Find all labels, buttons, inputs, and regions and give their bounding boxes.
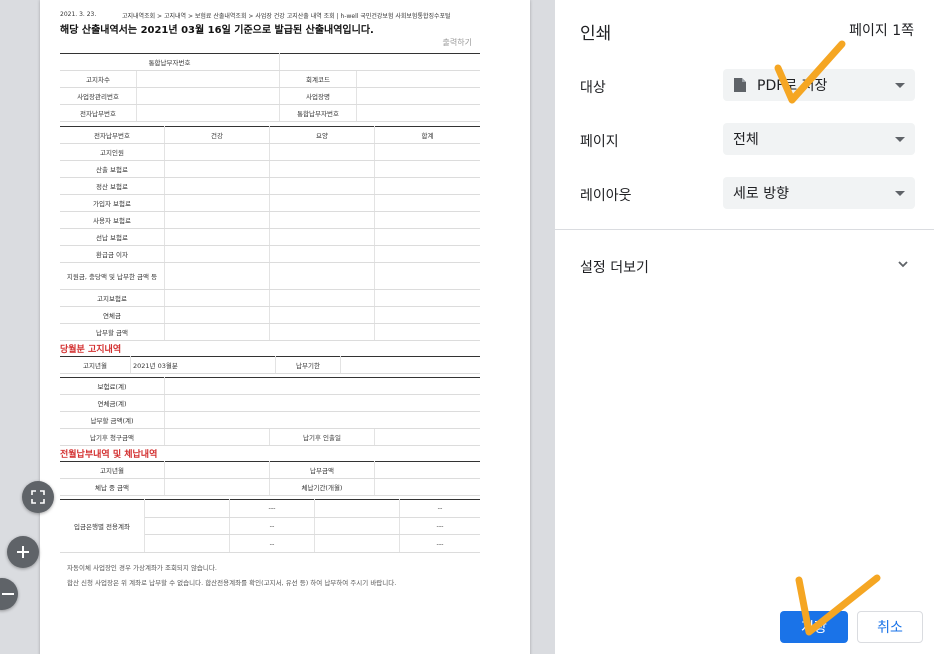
calc-row-label: 가입자 보험료 — [60, 194, 165, 212]
calc-row-label: 고지보험료 — [60, 289, 165, 307]
layout-value: 세로 방향 — [733, 186, 789, 202]
section-previous-title: 전월납부내역 및 체납내역 — [60, 450, 158, 460]
bank-dash: --- — [399, 534, 480, 553]
print-title: 인쇄 — [580, 24, 612, 44]
calc-header: 전자납부번호 — [60, 126, 165, 144]
chevron-down-icon — [895, 82, 905, 88]
page-count: 페이지 1쪽 — [849, 23, 914, 39]
prev-label: 납부금액 — [269, 461, 375, 479]
calc-row-label: 산출 보험료 — [60, 160, 165, 178]
document-icon — [734, 78, 746, 92]
calc-row-label: 사용자 보험료 — [60, 211, 165, 229]
info-label: 회계코드 — [279, 70, 357, 88]
zoom-out-button[interactable] — [0, 578, 18, 610]
info-label: 고지차수 — [60, 70, 137, 88]
info-value — [136, 104, 280, 122]
note-text: 자동이체 사업장인 경우 가상계좌가 조회되지 않습니다. — [67, 564, 217, 572]
prev-label: 체납기간(개월) — [269, 478, 375, 496]
current-billing-table: 고지년월 2021년 03월분 납부기한 — [60, 356, 480, 374]
prev-label: 체납 중 금액 — [60, 478, 165, 496]
info-label: 전자납부번호 — [60, 104, 137, 122]
destination-value: PDF로 저장 — [757, 78, 828, 94]
print-link: 출력하기 — [442, 38, 472, 47]
calc-row-label: 연체금 — [60, 306, 165, 324]
info-value — [279, 53, 480, 71]
plus-icon — [17, 546, 29, 558]
calc-row-label: 지원금, 충당액 및 납부한 금액 등 — [60, 262, 165, 290]
late-date-label: 납기후 인출일 — [269, 428, 375, 446]
info-value — [136, 87, 280, 105]
calc-header: 요양 — [269, 126, 375, 144]
chevron-down-icon — [895, 136, 905, 142]
current-row-label: 납부할 금액(계) — [60, 411, 165, 429]
late-amount-label: 납기후 청구금액 — [60, 428, 165, 446]
info-value — [136, 70, 280, 88]
section-current-title: 당월분 고지내역 — [60, 345, 122, 355]
document-date: 2021. 3. 23. — [60, 11, 97, 18]
calc-row-label: 고지인원 — [60, 143, 165, 161]
chevron-down-icon[interactable] — [897, 258, 909, 270]
info-value — [356, 104, 480, 122]
print-settings-panel: 인쇄 페이지 1쪽 대상 PDF로 저장 페이지 전체 레이아웃 세로 방향 설… — [555, 0, 934, 654]
bank-dash: -- — [229, 517, 315, 536]
info-label: 통합납부자번호 — [60, 53, 280, 71]
document-headline: 해당 산출내역서는 2021년 03월 16일 기준으로 발급된 산출내역입니다… — [60, 25, 374, 36]
note-text: 합산 신청 사업장은 위 계좌로 납부할 수 없습니다. 합산전용계좌를 확인(… — [67, 579, 397, 587]
divider — [555, 229, 934, 230]
fit-to-page-icon — [31, 490, 45, 504]
calc-row-label: 선납 보험료 — [60, 228, 165, 246]
more-settings-toggle[interactable]: 설정 더보기 — [580, 257, 649, 277]
calc-header: 합계 — [374, 126, 480, 144]
bank-dash: -- — [229, 534, 315, 553]
bank-dash: --- — [399, 517, 480, 536]
calc-table: 전자납부번호 건강 요양 합계 고지인원 산출 보험료 정산 보험료 가입자 보… — [60, 126, 480, 341]
destination-select[interactable]: PDF로 저장 — [723, 69, 915, 101]
destination-label: 대상 — [580, 80, 606, 96]
info-label: 사업장관리번호 — [60, 87, 137, 105]
chevron-down-icon — [895, 190, 905, 196]
info-value — [356, 70, 480, 88]
bank-table: 입금은행별 전용계좌 --- -- -- --- -- --- — [60, 499, 480, 553]
bank-dash: --- — [229, 499, 315, 518]
info-label: 통합납부자번호 — [279, 104, 357, 122]
save-button[interactable]: 저장 — [780, 611, 848, 643]
preview-page: 2021. 3. 23. 고지내역조회 > 고지내역 > 보험료 산출내역조회 … — [40, 0, 530, 654]
document-breadcrumb: 고지내역조회 > 고지내역 > 보험료 산출내역조회 > 사업장 건강 고지산출… — [122, 13, 451, 20]
layout-select[interactable]: 세로 방향 — [723, 177, 915, 209]
current-amount-table: 보험료(계) 연체금(계) 납부할 금액(계) 납기후 청구금액 납기후 인출일 — [60, 377, 480, 446]
layout-label: 레이아웃 — [580, 188, 632, 204]
calc-header: 건강 — [164, 126, 270, 144]
period-label: 고지년월 — [60, 356, 131, 374]
calc-row-label: 납부할 금액 — [60, 323, 165, 341]
bank-dash: -- — [399, 499, 480, 518]
pages-select[interactable]: 전체 — [723, 123, 915, 155]
pages-label: 페이지 — [580, 134, 619, 150]
print-preview-area: 2021. 3. 23. 고지내역조회 > 고지내역 > 보험료 산출내역조회 … — [0, 0, 555, 654]
current-row-label: 연체금(계) — [60, 394, 165, 412]
pages-value: 전체 — [733, 132, 759, 148]
calc-row-label: 환급금 이자 — [60, 245, 165, 263]
period-value: 2021년 03월분 — [130, 356, 276, 374]
bank-label: 입금은행별 전용계좌 — [60, 499, 145, 553]
minus-icon — [2, 593, 14, 595]
calc-row-label: 정산 보험료 — [60, 177, 165, 195]
cancel-button[interactable]: 취소 — [857, 611, 923, 643]
info-value — [356, 87, 480, 105]
current-row-label: 보험료(계) — [60, 377, 165, 395]
due-label: 납부기한 — [275, 356, 341, 374]
fit-to-page-button[interactable] — [22, 481, 54, 513]
info-table: 통합납부자번호 고지차수 회계코드 사업장관리번호 사업장명 전자납부번호 통합… — [60, 53, 480, 122]
previous-table: 고지년월 납부금액 체납 중 금액 체납기간(개월) — [60, 461, 480, 496]
info-label: 사업장명 — [279, 87, 357, 105]
zoom-in-button[interactable] — [7, 536, 39, 568]
prev-label: 고지년월 — [60, 461, 165, 479]
